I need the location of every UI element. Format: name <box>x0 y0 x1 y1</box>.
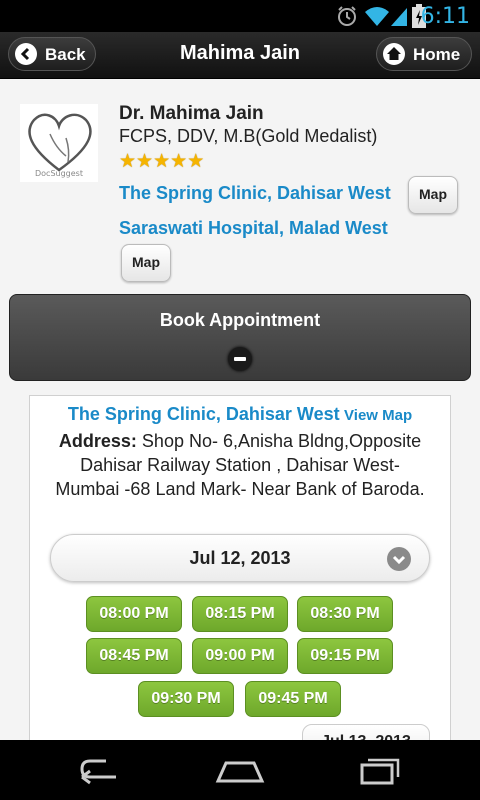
address-label: Address: <box>58 431 137 451</box>
next-date-button[interactable]: Jul 13, 2013 <box>302 724 430 740</box>
status-bar: 6:11 <box>0 0 480 32</box>
clinic-link-saraswati[interactable]: Saraswati Hospital, Malad West <box>119 218 388 239</box>
rating-stars: ★★★★★ <box>119 150 204 173</box>
book-appointment-label: Book Appointment <box>159 310 321 330</box>
avatar-brand-text: DocSuggest <box>35 169 83 178</box>
alarm-icon <box>338 6 356 26</box>
date-selector[interactable]: Jul 12, 2013 <box>50 534 430 582</box>
home-button[interactable]: Home <box>376 37 472 71</box>
heart-logo-icon: DocSuggest <box>28 113 92 178</box>
time-slot-button[interactable]: 09:15 PM <box>297 638 393 674</box>
time-slot-button[interactable]: 09:45 PM <box>245 681 341 717</box>
map-button-saraswati[interactable]: Map <box>121 244 171 282</box>
clinic-address: Address: Shop No- 6,Anisha Bldng,Opposit… <box>48 429 432 501</box>
app-header: Back Mahima Jain Home <box>0 32 480 79</box>
clinic-link-spring[interactable]: The Spring Clinic, Dahisar West <box>119 183 391 204</box>
home-nav-icon[interactable] <box>214 755 266 785</box>
star-icon: ★ <box>119 151 137 172</box>
time-slot-button[interactable]: 09:00 PM <box>192 638 288 674</box>
selected-date: Jul 12, 2013 <box>189 548 291 568</box>
star-icon: ★ <box>153 151 171 172</box>
map-button-spring[interactable]: Map <box>408 176 458 214</box>
time-slot-button[interactable]: 08:30 PM <box>297 596 393 632</box>
doctor-avatar: DocSuggest <box>20 104 98 182</box>
star-icon: ★ <box>136 151 154 172</box>
doctor-detail-content: DocSuggest Dr. Mahima Jain FCPS, DDV, M.… <box>0 79 480 740</box>
panel-clinic-name[interactable]: The Spring Clinic, Dahisar West <box>68 404 340 424</box>
home-icon <box>383 43 405 65</box>
time-slot-button[interactable]: 08:45 PM <box>86 638 182 674</box>
collapse-minus-icon[interactable] <box>228 347 252 371</box>
wifi-icon <box>365 7 389 26</box>
back-nav-icon[interactable] <box>76 755 124 785</box>
time-slot-button[interactable]: 08:15 PM <box>192 596 288 632</box>
star-icon: ★ <box>187 151 205 172</box>
system-nav-bar <box>0 740 480 800</box>
signal-icon <box>391 8 407 26</box>
time-slot-button[interactable]: 09:30 PM <box>138 681 234 717</box>
home-label: Home <box>413 45 461 64</box>
panel-title: The Spring Clinic, Dahisar West View Map <box>30 404 450 425</box>
appointment-panel: The Spring Clinic, Dahisar West View Map… <box>29 395 451 740</box>
star-icon: ★ <box>170 151 188 172</box>
doctor-name: Dr. Mahima Jain <box>119 103 264 124</box>
book-appointment-section[interactable]: Book Appointment <box>9 294 471 381</box>
chevron-down-icon <box>387 547 411 571</box>
view-map-link[interactable]: View Map <box>344 407 412 424</box>
time-slot-button[interactable]: 08:00 PM <box>86 596 182 632</box>
recents-nav-icon[interactable] <box>356 755 404 785</box>
doctor-qualifications: FCPS, DDV, M.B(Gold Medalist) <box>119 126 378 146</box>
status-time: 6:11 <box>420 4 470 29</box>
